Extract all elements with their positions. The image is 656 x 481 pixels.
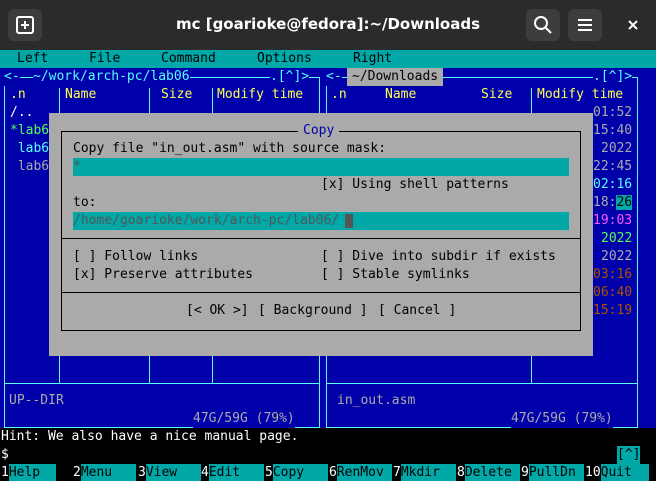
window-header: mc [goarioke@fedora]:~/Downloads (0, 0, 656, 50)
right-panel-path: ~/Downloads (347, 68, 444, 86)
fkey-delete[interactable]: 8Delete (457, 464, 520, 481)
destination-value: /home/goarioke/work/arch-pc/lab06/ (73, 213, 340, 228)
shell-prompt[interactable]: $ (1, 446, 9, 464)
copy-dialog: Copy Copy file "in_out.asm" with source … (49, 113, 593, 356)
dialog-title: Copy (298, 122, 340, 140)
right-time-4: 02:16 (593, 177, 633, 192)
dive-subdir-checkbox[interactable]: [ ] Dive into subdir if exists (321, 248, 556, 266)
menu-command[interactable]: Command (161, 50, 216, 68)
stable-symlinks-checkbox[interactable]: [ ] Stable symlinks (321, 266, 470, 284)
fkey-renmov[interactable]: 6RenMov (329, 464, 392, 481)
fkey-menu[interactable]: 2Menu (73, 464, 136, 481)
prompt-corner[interactable]: [^] (617, 446, 641, 464)
left-panel-status: UP--DIR (9, 393, 64, 408)
background-button[interactable]: [ Background ] (258, 302, 368, 320)
right-time-3: 22:45 (593, 159, 633, 174)
source-mask-value: * (73, 159, 81, 174)
close-icon (628, 20, 638, 30)
left-row-3[interactable]: lab6 (10, 158, 50, 176)
left-col-n: .n (10, 86, 26, 104)
fkey-quit[interactable]: 10Quit (585, 464, 649, 481)
menu-right[interactable]: Right (353, 50, 392, 68)
to-label: to: (73, 195, 97, 210)
left-col-mtime[interactable]: Modify time (217, 86, 304, 104)
right-time-1: 15:40 (593, 123, 633, 138)
right-time-7: 2022 (601, 231, 633, 246)
right-col-size[interactable]: Size (481, 86, 513, 104)
left-row-2[interactable]: lab6 (10, 140, 50, 158)
left-row-updir[interactable]: /.. (10, 104, 34, 122)
search-icon (534, 16, 552, 34)
right-col-name[interactable]: Name (385, 86, 417, 104)
left-panel-nav[interactable]: <- (4, 68, 20, 86)
ok-button[interactable]: [< OK >] (186, 302, 249, 320)
right-col-mtime[interactable]: Modify time (537, 86, 624, 104)
menu-left[interactable]: Left (17, 50, 48, 68)
dialog-separator-2 (61, 292, 581, 293)
fkey-pulldn[interactable]: 9PullDn (521, 464, 584, 481)
menu-file[interactable]: File (89, 50, 120, 68)
right-panel-corner[interactable]: .[^]> (593, 68, 633, 86)
right-col-n: .n (331, 86, 347, 104)
dialog-separator-1 (61, 238, 581, 239)
shell-patterns-checkbox[interactable]: [x] Using shell patterns (321, 176, 509, 194)
right-panel-nav[interactable]: <- (326, 68, 342, 86)
menu-button[interactable] (568, 9, 602, 41)
source-mask-input[interactable]: * (73, 158, 569, 176)
source-mask-label: Copy file "in_out.asm" with source mask: (73, 141, 387, 156)
left-col-name[interactable]: Name (65, 86, 97, 104)
hint-line: Hint: We also have a nice manual page. (1, 429, 299, 444)
fkey-mkdir[interactable]: 7Mkdir (393, 464, 456, 481)
right-time-5: 18:26 (593, 195, 633, 210)
right-time-10: 06:40 (593, 285, 633, 300)
fkey-copy[interactable]: 5Copy (265, 464, 328, 481)
hamburger-menu-icon (578, 19, 592, 31)
fkey-help[interactable]: 1Help (1, 464, 56, 481)
fkey-edit[interactable]: 4Edit (201, 464, 264, 481)
left-row-1[interactable]: *lab6 (10, 122, 50, 140)
left-panel-corner[interactable]: .[^]> (270, 68, 310, 86)
right-panel-disk: 47G/59G (79%) (511, 410, 613, 428)
right-time-2: 2022 (601, 141, 633, 156)
cancel-button[interactable]: [ Cancel ] (378, 302, 456, 320)
right-time-0: 01:52 (593, 105, 633, 120)
right-time-6: 19:03 (593, 213, 633, 228)
menu-options[interactable]: Options (257, 50, 312, 68)
left-panel-disk: 47G/59G (79%) (193, 410, 295, 428)
text-cursor (345, 214, 353, 228)
right-panel-status: in_out.asm (337, 393, 416, 408)
right-time-9: 03:16 (593, 267, 633, 282)
left-panel-path: ~/work/arch-pc/lab06 (33, 68, 190, 86)
close-button[interactable] (618, 9, 648, 41)
preserve-attributes-checkbox[interactable]: [x] Preserve attributes (73, 266, 253, 284)
fkey-view[interactable]: 3View (138, 464, 201, 481)
destination-input[interactable]: /home/goarioke/work/arch-pc/lab06/ (73, 212, 569, 230)
left-col-size[interactable]: Size (161, 86, 193, 104)
right-time-11: 15:19 (593, 303, 633, 318)
search-button[interactable] (526, 9, 560, 41)
follow-links-checkbox[interactable]: [ ] Follow links (73, 248, 198, 266)
right-time-8: 2022 (601, 249, 633, 264)
